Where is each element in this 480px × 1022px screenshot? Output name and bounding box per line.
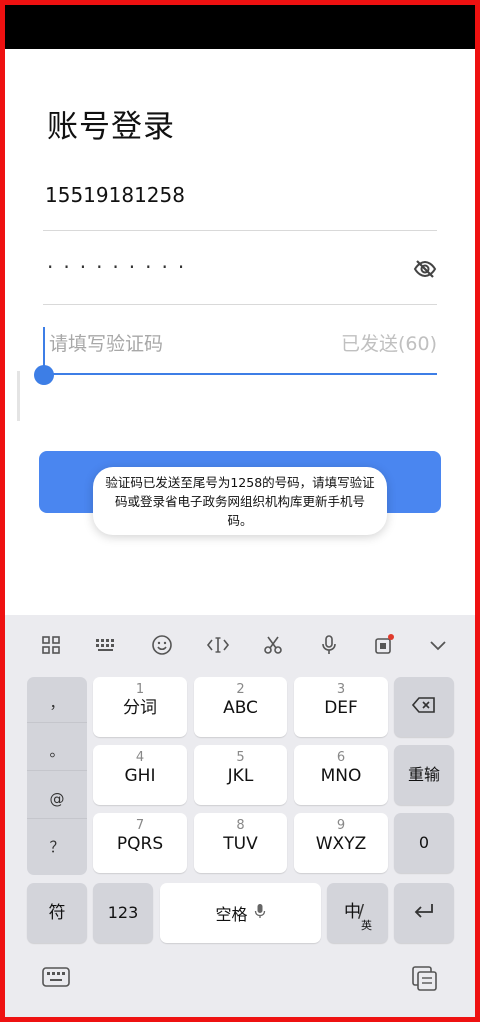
resend-countdown: 已发送(60) [340,333,437,355]
key-2[interactable]: 2 ABC [194,677,287,737]
enter-icon [413,902,435,924]
keyboard: ， 。 @ ？ 1 分词 2 ABC 3 DEF 4 GHI 5 JKL 6 M… [5,615,475,1017]
edge-indicator [17,371,20,421]
backspace-icon [411,697,436,717]
keyboard-toolbar [5,615,475,675]
eye-off-icon[interactable] [413,257,437,281]
keyboard-icon[interactable] [94,633,118,657]
retype-key[interactable]: 重输 [394,745,454,805]
key-5[interactable]: 5 JKL [194,745,287,805]
space-key[interactable]: 空格 [160,883,321,943]
keyboard-switch-icon[interactable] [41,965,71,995]
scissors-icon[interactable] [261,633,285,657]
backspace-key[interactable] [394,677,454,737]
toast-message: 验证码已发送至尾号为1258的号码，请填写验证码或登录省电子政务网组织机构库更新… [93,467,387,535]
punct-comma[interactable]: ， [27,683,87,723]
space-label: 空格 [215,905,248,924]
punct-at[interactable]: @ [27,779,87,819]
clipboard-manager-icon[interactable] [409,965,439,995]
grid-icon[interactable] [39,633,63,657]
key-0[interactable]: 0 [394,813,454,873]
enter-key[interactable] [394,883,454,943]
status-bar [5,5,475,49]
chevron-down-icon[interactable] [426,633,450,657]
microphone-icon[interactable] [317,633,341,657]
punct-period[interactable]: 。 [27,731,87,771]
lang-sub: 英 [361,919,372,932]
cursor-move-icon[interactable] [206,633,230,657]
clipboard-icon[interactable] [372,633,396,657]
password-field[interactable]: ········· [43,235,437,305]
key-9[interactable]: 9 WXYZ [294,813,388,873]
mic-small-icon [254,903,266,923]
punct-question[interactable]: ？ [27,827,87,867]
symbol-key[interactable]: 符 [27,883,87,943]
key-6[interactable]: 6 MNO [294,745,388,805]
cursor-handle[interactable] [34,365,54,385]
language-switch-key[interactable]: 中 / 英 [327,883,388,943]
code-placeholder: 请填写验证码 [49,333,164,355]
verification-code-field[interactable]: 请填写验证码 已发送(60) [34,309,437,385]
key-8[interactable]: 8 TUV [194,813,287,873]
key-1[interactable]: 1 分词 [93,677,187,737]
screen-frame: 账号登录 15519181258 ········· 请填写验证码 已发送(60… [0,0,480,1022]
password-mask: ········· [47,255,195,279]
key-7[interactable]: 7 PQRS [93,813,187,873]
phone-field[interactable]: 15519181258 [43,173,437,231]
emoji-icon[interactable] [150,633,174,657]
phone-value: 15519181258 [45,183,185,207]
number-switch-key[interactable]: 123 [93,883,153,943]
key-4[interactable]: 4 GHI [93,745,187,805]
page-title: 账号登录 [47,109,175,145]
key-3[interactable]: 3 DEF [294,677,388,737]
punctuation-column[interactable]: ， 。 @ ？ [27,677,87,875]
